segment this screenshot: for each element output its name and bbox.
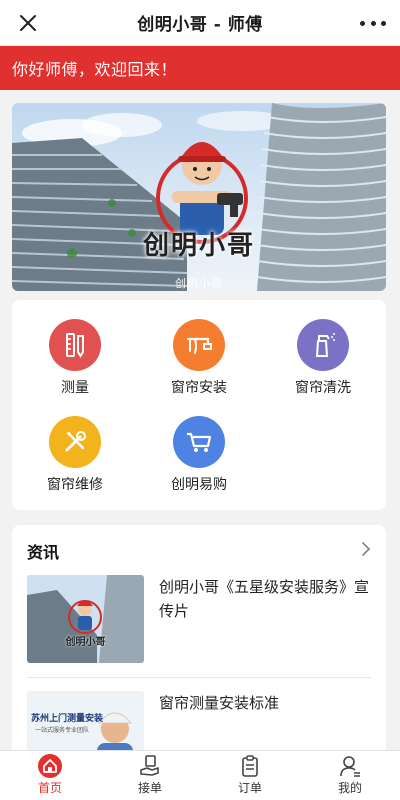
- tab-label: 接单: [137, 781, 162, 795]
- divider: [27, 677, 371, 678]
- news-item[interactable]: 创明小哥 创明小哥《五星级安装服务》宣传片: [27, 575, 371, 665]
- spray-bottle-icon: [297, 319, 349, 371]
- news-item-title: 创明小哥《五星级安装服务》宣传片: [159, 578, 370, 620]
- service-measure[interactable]: 测量: [20, 319, 130, 397]
- tab-label: 我的: [337, 781, 362, 795]
- service-curtain-repair[interactable]: 窗帘维修: [20, 416, 130, 494]
- tab-label: 首页: [37, 781, 62, 795]
- service-curtain-install[interactable]: 窗帘安装: [144, 319, 254, 397]
- service-curtain-cleaning[interactable]: 窗帘清洗: [268, 319, 378, 397]
- tab-label: 订单: [237, 781, 262, 795]
- news-item-title: 窗帘测量安装标准: [159, 694, 280, 712]
- hero-illustration: [12, 103, 386, 291]
- curtain-rail-icon: [173, 319, 225, 371]
- service-label: 窗帘维修: [47, 477, 103, 493]
- wrench-screwdriver-icon: [49, 416, 101, 468]
- clipboard-icon: [237, 754, 263, 778]
- bottom-tab-bar: 首页 接单 订单 我的: [0, 750, 400, 800]
- news-section-title: 资讯: [27, 543, 60, 562]
- tab-home[interactable]: 首页: [0, 751, 100, 800]
- more-options-icon[interactable]: [360, 13, 386, 33]
- ruler-pencil-icon: [49, 319, 101, 371]
- news-thumbnail: 创明小哥: [27, 575, 144, 663]
- service-chuangming-shop[interactable]: 创明易购: [144, 416, 254, 494]
- hero-banner[interactable]: 创明小哥 创明小哥: [12, 103, 386, 291]
- service-label: 窗帘安装: [171, 380, 227, 396]
- service-label: 创明易购: [171, 477, 227, 493]
- shopping-cart-icon: [173, 416, 225, 468]
- service-label: 窗帘清洗: [295, 380, 351, 396]
- hero-brand-text: 创明小哥: [142, 231, 255, 261]
- services-card: 测量 窗帘安装 窗帘清洗 窗帘维修 创明易购: [12, 300, 386, 510]
- news-card: 资讯 创明小哥 创明小哥《五星级安装服务》宣传片 苏州上门测量安装 一站式服务专…: [12, 525, 386, 785]
- user-icon: [337, 754, 363, 778]
- news-thumb-caption: 创明小哥: [65, 637, 106, 648]
- chevron-right-icon[interactable]: [360, 541, 372, 557]
- close-icon[interactable]: [16, 11, 40, 35]
- service-label: 测量: [61, 380, 89, 396]
- tab-mine[interactable]: 我的: [300, 751, 400, 800]
- home-icon: [37, 754, 63, 778]
- top-nav-bar: 创明小哥 - 师傅: [0, 0, 400, 46]
- news-thumb-subcaption: 一站式服务专业团队: [35, 727, 90, 734]
- hero-watermark: 创明小哥: [175, 277, 223, 290]
- news-thumb-caption: 苏州上门测量安装: [31, 714, 104, 724]
- hand-order-icon: [137, 754, 163, 778]
- tab-orders[interactable]: 订单: [200, 751, 300, 800]
- page-title: 创明小哥 - 师傅: [137, 15, 263, 35]
- welcome-banner: 你好师傅，欢迎回来！: [0, 46, 400, 90]
- tab-accept-orders[interactable]: 接单: [100, 751, 200, 800]
